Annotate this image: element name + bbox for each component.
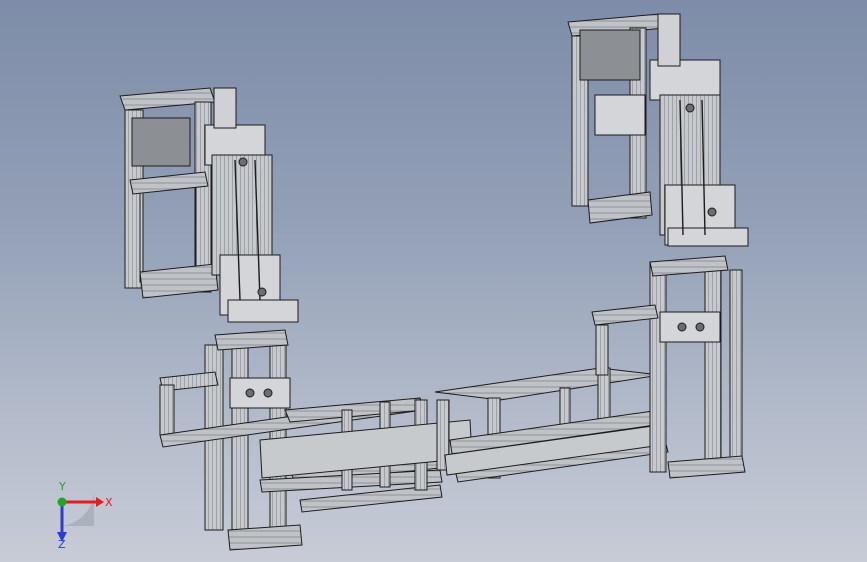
- y-axis-label: Y: [58, 480, 66, 493]
- 3d-viewport[interactable]: X Y Z: [0, 0, 867, 562]
- orientation-triad: X Y Z: [57, 480, 113, 548]
- left-upper-module[interactable]: [119, 87, 299, 323]
- x-axis-label: X: [105, 496, 113, 509]
- assembly-model[interactable]: [0, 0, 867, 562]
- right-upper-module[interactable]: [567, 13, 749, 247]
- z-axis-label: Z: [58, 538, 66, 548]
- y-axis-icon: [57, 497, 67, 507]
